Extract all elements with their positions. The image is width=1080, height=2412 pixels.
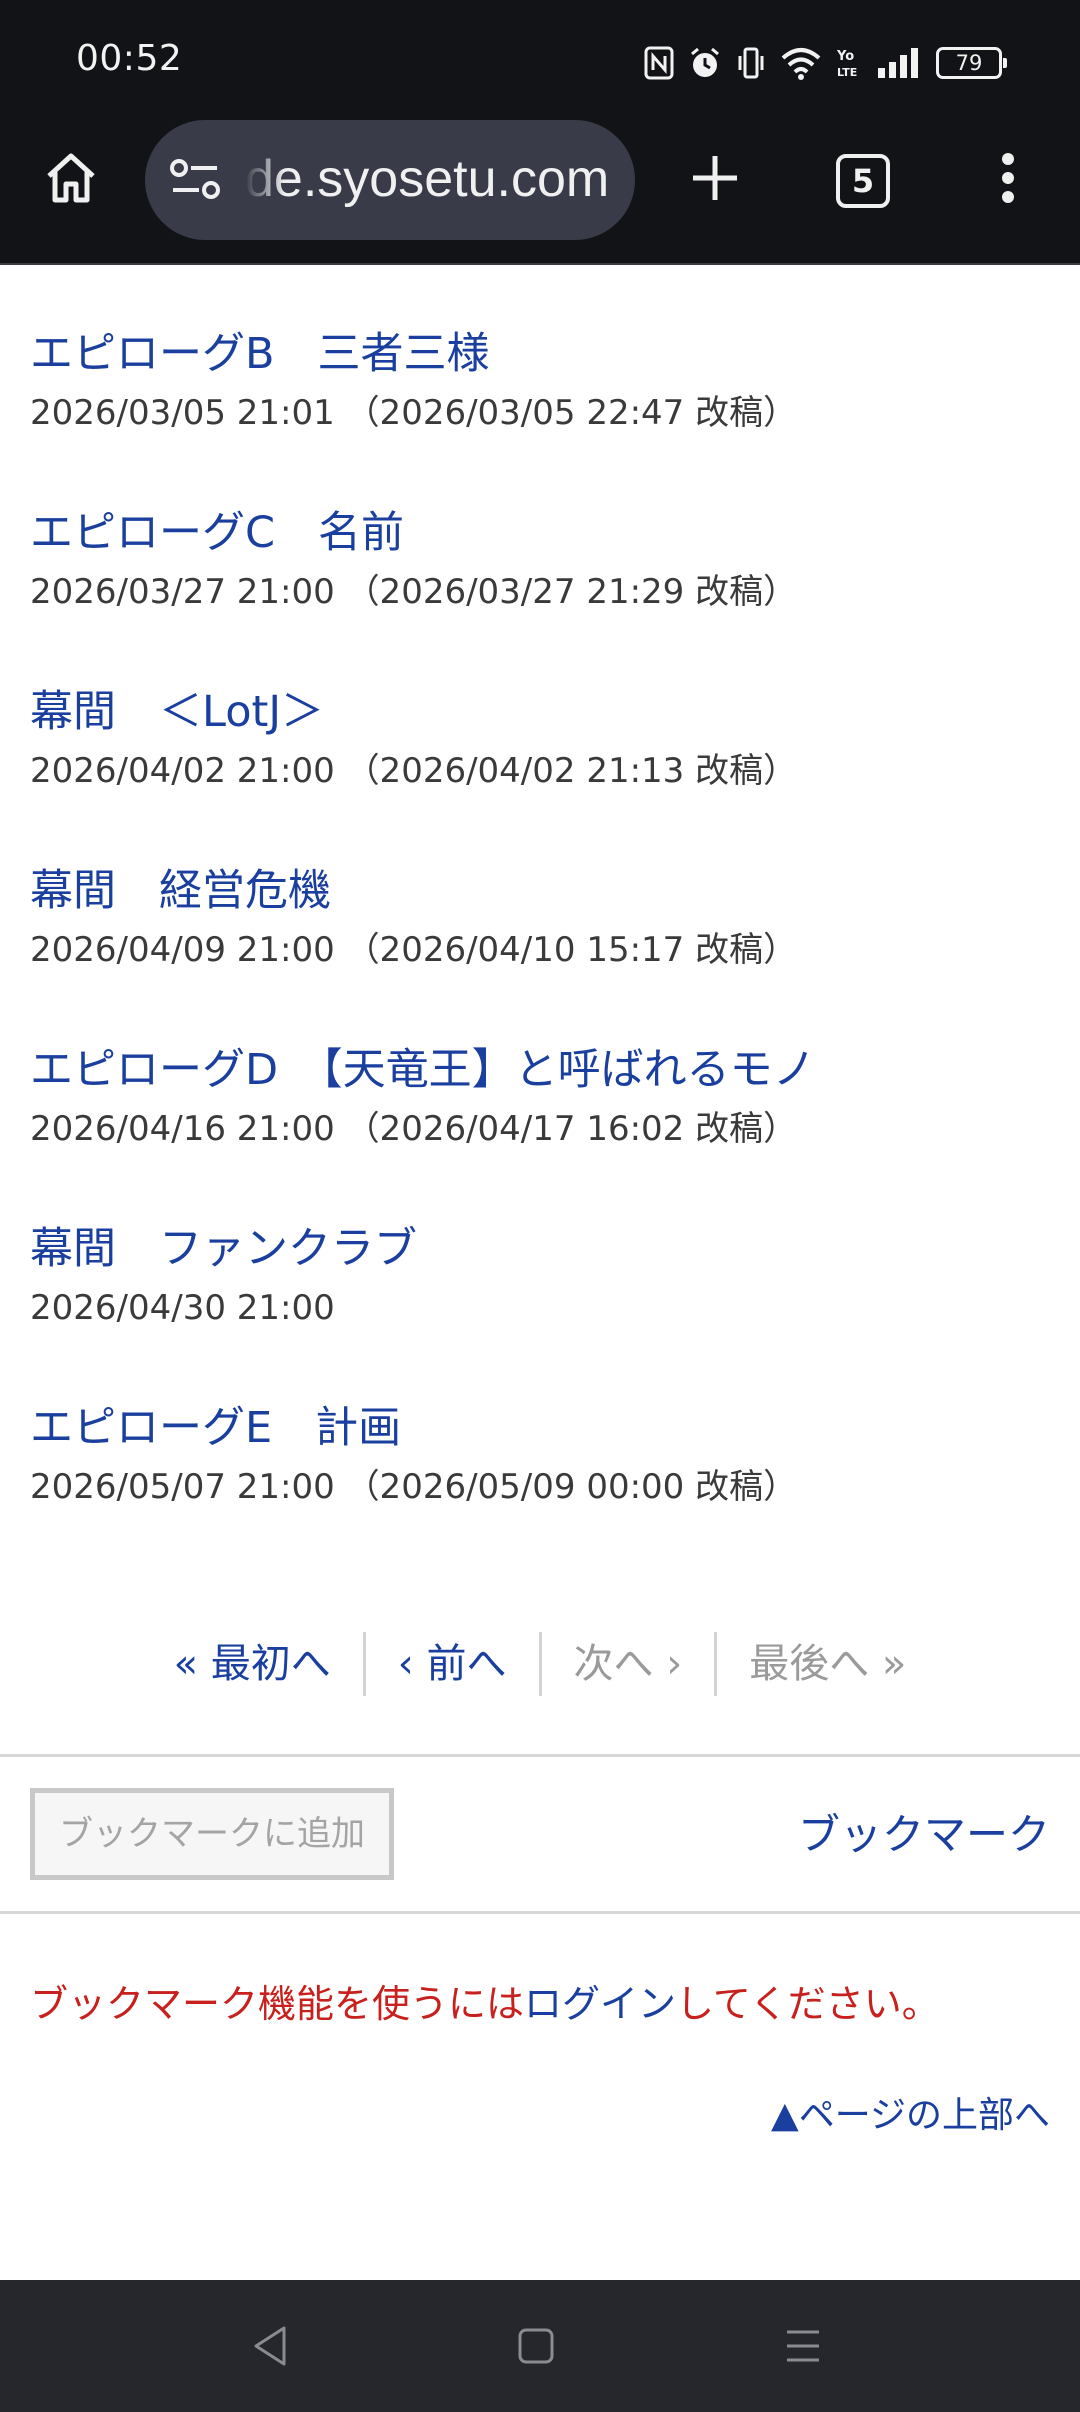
status-time: 00:52 xyxy=(76,38,183,79)
svg-text:Yo: Yo xyxy=(836,49,854,64)
episode-title-link[interactable]: エピローグD 【天竜王】と呼ばれるモノ xyxy=(30,1036,1050,1104)
more-vert-icon xyxy=(1001,152,1015,208)
home-icon xyxy=(43,150,99,210)
battery-icon: 79 xyxy=(936,47,1007,79)
home-square-icon xyxy=(516,2326,556,2370)
status-icons: Yo LTE 79 xyxy=(644,38,1007,88)
alarm-icon xyxy=(688,46,722,80)
vibrate-icon xyxy=(736,46,766,80)
episode-date: 2026/03/05 21:01 （2026/03/05 22:47 改稿） xyxy=(30,393,798,433)
list-item: 幕間 ＜LotJ＞ 2026/04/02 21:00 （2026/04/02 2… xyxy=(30,678,1050,857)
list-item: エピローグB 三者三様 2026/03/05 21:01 （2026/03/05… xyxy=(30,320,1050,499)
episode-title-link[interactable]: エピローグE 計画 xyxy=(30,1394,1050,1462)
back-button[interactable] xyxy=(240,2320,300,2376)
login-link[interactable]: ログイン xyxy=(524,1982,676,2026)
episode-title-link[interactable]: 幕間 経営危機 xyxy=(30,857,1050,925)
back-icon xyxy=(250,2324,290,2372)
pager-first-link[interactable]: « 最初へ xyxy=(142,1632,363,1696)
episode-date: 2026/04/02 21:00 （2026/04/02 21:13 改稿） xyxy=(30,751,798,791)
episode-title-link[interactable]: エピローグC 名前 xyxy=(30,499,1050,567)
list-item: エピローグD 【天竜王】と呼ばれるモノ 2026/04/16 21:00 （20… xyxy=(30,1036,1050,1215)
divider xyxy=(0,1911,1080,1914)
login-notice: ブックマーク機能を使うにはログインしてください。 xyxy=(30,1972,940,2036)
divider xyxy=(0,1754,1080,1757)
tab-switcher-button[interactable]: 5 xyxy=(830,148,896,214)
new-tab-button[interactable] xyxy=(680,140,750,220)
episode-date: 2026/03/27 21:00 （2026/03/27 21:29 改稿） xyxy=(30,572,798,612)
episode-title-link[interactable]: 幕間 ＜LotJ＞ xyxy=(30,678,1050,746)
recents-button[interactable] xyxy=(773,2320,833,2376)
signal-icon xyxy=(876,46,922,80)
page-top-link[interactable]: ▲ページの上部へ xyxy=(771,2086,1050,2146)
home-button[interactable] xyxy=(36,140,106,220)
nfc-icon xyxy=(644,46,674,80)
svg-text:LTE: LTE xyxy=(837,66,857,79)
volte-icon: Yo LTE xyxy=(836,46,862,80)
login-notice-text: ブックマーク機能を使うには xyxy=(30,1982,525,2026)
list-item: 幕間 ファンクラブ 2026/04/30 21:00 xyxy=(30,1215,1050,1394)
wifi-icon xyxy=(780,46,822,80)
site-settings-icon[interactable] xyxy=(167,154,227,206)
list-item: エピローグC 名前 2026/03/27 21:00 （2026/03/27 2… xyxy=(30,499,1050,678)
episode-title-link[interactable]: エピローグB 三者三様 xyxy=(30,320,1050,388)
episode-date: 2026/04/16 21:00 （2026/04/17 16:02 改稿） xyxy=(30,1109,798,1149)
login-notice-text-end: してください。 xyxy=(676,1982,940,2026)
pagination: « 最初へ ‹ 前へ 次へ › 最後へ » xyxy=(0,1632,1080,1696)
list-item: エピローグE 計画 2026/05/07 21:00 （2026/05/09 0… xyxy=(30,1394,1050,1573)
add-bookmark-button[interactable]: ブックマークに追加 xyxy=(30,1788,394,1880)
more-menu-button[interactable] xyxy=(985,140,1031,220)
address-bar[interactable]: de.syosetu.com xyxy=(145,120,635,240)
url-text[interactable]: de.syosetu.com xyxy=(245,148,625,210)
recents-icon xyxy=(783,2326,823,2370)
episode-date: 2026/04/30 21:00 xyxy=(30,1288,335,1328)
browser-chrome: 00:52 Yo LTE 79 de.syosetu.com 5 xyxy=(0,0,1080,265)
plus-icon xyxy=(689,152,741,208)
episode-title-link[interactable]: 幕間 ファンクラブ xyxy=(30,1215,1050,1283)
tab-switcher-icon: 5 xyxy=(836,154,890,208)
pager-last-disabled: 最後へ » xyxy=(714,1632,938,1696)
episode-date: 2026/04/09 21:00 （2026/04/10 15:17 改稿） xyxy=(30,930,798,970)
episode-date: 2026/05/07 21:00 （2026/05/09 00:00 改稿） xyxy=(30,1467,798,1507)
pager-next-disabled: 次へ › xyxy=(538,1632,715,1696)
episode-list: エピローグB 三者三様 2026/03/05 21:01 （2026/03/05… xyxy=(30,320,1050,1573)
list-item: 幕間 経営危機 2026/04/09 21:00 （2026/04/10 15:… xyxy=(30,857,1050,1036)
bookmark-link[interactable]: ブックマーク xyxy=(798,1800,1050,1870)
navigation-bar xyxy=(0,2280,1080,2412)
pager-prev-link[interactable]: ‹ 前へ xyxy=(362,1632,539,1696)
home-nav-button[interactable] xyxy=(506,2320,566,2376)
